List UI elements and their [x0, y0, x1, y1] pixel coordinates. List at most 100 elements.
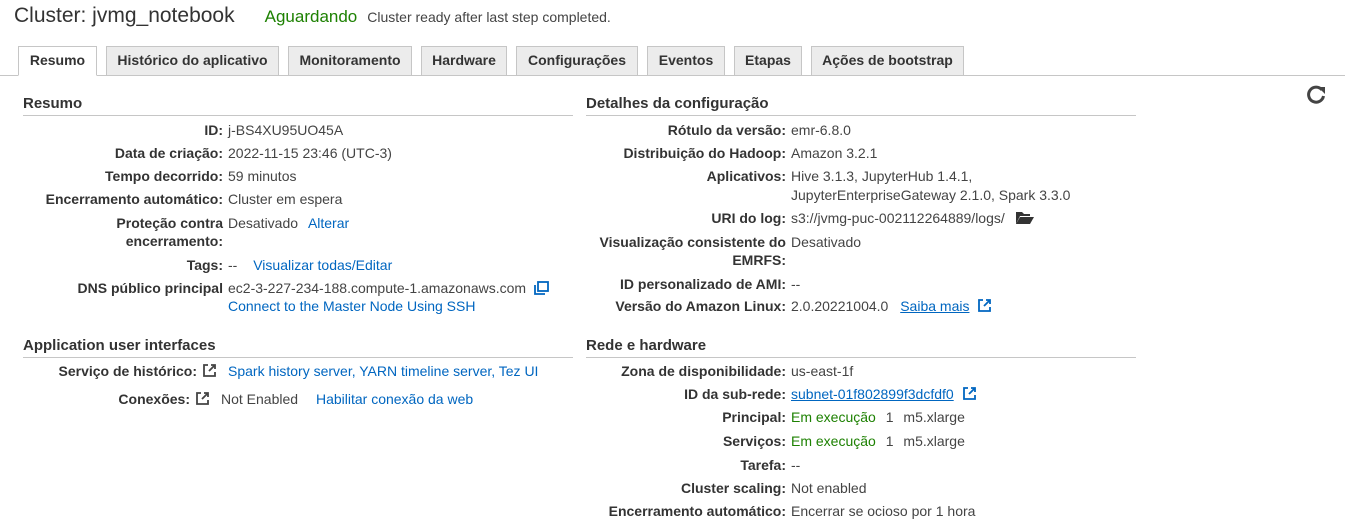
row-termination-protection: Proteção contra encerramento: Desativado… [0, 214, 580, 254]
core-status: Em execução [791, 433, 876, 449]
tab-eventos[interactable]: Eventos [647, 46, 725, 75]
value-created: 2022-11-15 23:46 (UTC-3) [228, 145, 392, 161]
row-log-uri: URI do log: s3://jvmg-puc-002112264889/l… [560, 209, 1160, 227]
row-elapsed: Tempo decorrido: 59 minutos [0, 167, 580, 185]
value-network-auto-termination: Encerrar se ocioso por 1 hora [791, 503, 976, 519]
master-status: Em execução [791, 409, 876, 425]
external-link-icon [202, 363, 217, 382]
value-tags: -- Visualizar todas/Editar [228, 256, 392, 274]
label-amazon-linux: Versão do Amazon Linux: [615, 298, 786, 314]
value-subnet: subnet-01f802899f3dcfdf0 [791, 385, 977, 405]
value-elapsed: 59 minutos [228, 168, 297, 184]
row-public-dns: DNS público principal ec2-3-227-234-188.… [0, 279, 580, 319]
linux-version: 2.0.20221004.0 [791, 298, 889, 314]
row-task: Tarefa: -- [560, 456, 1160, 474]
label-scaling: Cluster scaling: [680, 480, 786, 496]
row-id: ID: j-BS4XU95UO45A [0, 121, 580, 139]
folder-icon[interactable] [1015, 211, 1035, 229]
value-auto-termination: Cluster em espera [228, 191, 343, 207]
protection-status: Desativado [228, 215, 299, 231]
value-core: Em execução 1 m5.xlarge [791, 432, 965, 450]
label-master: Principal: [722, 409, 786, 425]
label-core: Serviços: [722, 433, 786, 449]
row-network-auto-termination: Encerramento automático: Encerrar se oci… [560, 502, 1160, 520]
label-applications: Aplicativos: [706, 168, 786, 184]
label-hadoop: Distribuição do Hadoop: [623, 145, 786, 161]
row-auto-termination: Encerramento automático: Cluster em espe… [0, 190, 580, 208]
value-az: us-east-1f [791, 363, 854, 379]
connections-status: Not Enabled [221, 391, 299, 407]
label-emrfs-2: EMRFS: [732, 252, 786, 268]
value-applications-2: JupyterEnterpriseGateway 2.1.0, Spark 3.… [791, 187, 1071, 203]
section-config-title: Detalhes da configuração [586, 94, 1136, 116]
row-tags: Tags: -- Visualizar todas/Editar [0, 256, 580, 274]
row-hadoop: Distribuição do Hadoop: Amazon 3.2.1 [560, 144, 1160, 162]
master-type: m5.xlarge [903, 409, 965, 425]
label-ami: ID personalizado de AMI: [620, 276, 786, 292]
label-emrfs-1: Visualização consistente do [599, 234, 786, 250]
view-edit-tags-link[interactable]: Visualizar todas/Editar [253, 257, 392, 273]
row-emrfs: Visualização consistente do EMRFS: Desat… [560, 233, 1160, 273]
copy-icon[interactable] [534, 281, 549, 299]
value-emrfs: Desativado [791, 234, 862, 250]
refresh-icon[interactable] [1305, 84, 1327, 106]
row-release-label: Rótulo da versão: emr-6.8.0 [560, 121, 1160, 139]
external-link-icon[interactable] [962, 386, 977, 405]
label-id: ID: [204, 122, 223, 138]
tab-hardware[interactable]: Hardware [421, 46, 507, 75]
dns-value: ec2-3-227-234-188.compute-1.amazonaws.co… [228, 280, 527, 296]
tab-acoes-bootstrap[interactable]: Ações de bootstrap [811, 46, 964, 75]
cluster-status: Aguardando [264, 7, 358, 26]
value-hadoop: Amazon 3.2.1 [791, 145, 878, 161]
value-protection: Desativado Alterar [228, 214, 349, 232]
tab-monitoramento[interactable]: Monitoramento [288, 46, 412, 75]
value-connections: Not Enabled Habilitar conexão da web [221, 390, 473, 408]
row-cluster-scaling: Cluster scaling: Not enabled [560, 479, 1160, 497]
tab-configuracoes[interactable]: Configurações [516, 46, 638, 75]
external-link-icon[interactable] [977, 298, 992, 317]
tab-historico-aplicativo[interactable]: Histórico do aplicativo [106, 46, 279, 75]
tab-etapas[interactable]: Etapas [734, 46, 802, 75]
enable-web-connection-link[interactable]: Habilitar conexão da web [316, 391, 473, 407]
cluster-status-reason: Cluster ready after last step completed. [367, 9, 611, 25]
label-az: Zona de disponibilidade: [621, 363, 786, 379]
log-uri-value: s3://jvmg-puc-002112264889/logs/ [791, 210, 1005, 226]
section-app-ui-title: Application user interfaces [23, 336, 573, 358]
label-history: Serviço de histórico: [58, 363, 197, 379]
subnet-link[interactable]: subnet-01f802899f3dcfdf0 [791, 386, 954, 402]
label-tags: Tags: [186, 257, 223, 273]
change-protection-link[interactable]: Alterar [308, 215, 349, 231]
row-applications: Aplicativos: Hive 3.1.3, JupyterHub 1.4.… [560, 167, 1160, 207]
label-connections: Conexões: [118, 391, 190, 407]
row-subnet: ID da sub-rede: subnet-01f802899f3dcfdf0 [560, 385, 1160, 403]
value-release: emr-6.8.0 [791, 122, 851, 138]
value-master: Em execução 1 m5.xlarge [791, 408, 965, 426]
cluster-header: Cluster: jvmg_notebook Aguardando Cluste… [14, 4, 611, 34]
value-task: -- [791, 457, 801, 473]
history-servers-link[interactable]: Spark history server, YARN timeline serv… [228, 362, 538, 380]
value-dns: ec2-3-227-234-188.compute-1.amazonaws.co… [228, 279, 549, 299]
master-count: 1 [885, 409, 894, 425]
value-applications-1: Hive 3.1.3, JupyterHub 1.4.1, [791, 168, 973, 184]
value-id: j-BS4XU95UO45A [228, 122, 344, 138]
section-network-title: Rede e hardware [586, 336, 1136, 358]
row-availability-zone: Zona de disponibilidade: us-east-1f [560, 362, 1160, 380]
row-created: Data de criação: 2022-11-15 23:46 (UTC-3… [0, 144, 580, 162]
row-history-server: Serviço de histórico: Spark history serv… [0, 362, 580, 380]
row-ami: ID personalizado de AMI: -- [560, 275, 1160, 293]
label-dns: DNS público principal [77, 280, 223, 296]
label-release: Rótulo da versão: [667, 122, 786, 138]
core-count: 1 [885, 433, 894, 449]
label-protection-1: Proteção contra [116, 215, 223, 231]
connect-ssh-link[interactable]: Connect to the Master Node Using SSH [228, 297, 475, 315]
tab-resumo[interactable]: Resumo [18, 46, 97, 76]
core-type: m5.xlarge [903, 433, 965, 449]
value-ami: -- [791, 276, 801, 292]
row-amazon-linux: Versão do Amazon Linux: 2.0.20221004.0 S… [560, 297, 1160, 315]
label-network-auto-termination: Encerramento automático: [608, 503, 786, 519]
value-amazon-linux: 2.0.20221004.0 Saiba mais [791, 297, 992, 317]
label-task: Tarefa: [740, 457, 786, 473]
tab-bar: Resumo Histórico do aplicativo Monitoram… [0, 46, 1345, 76]
learn-more-link[interactable]: Saiba mais [900, 298, 969, 314]
row-master: Principal: Em execução 1 m5.xlarge [560, 408, 1160, 426]
